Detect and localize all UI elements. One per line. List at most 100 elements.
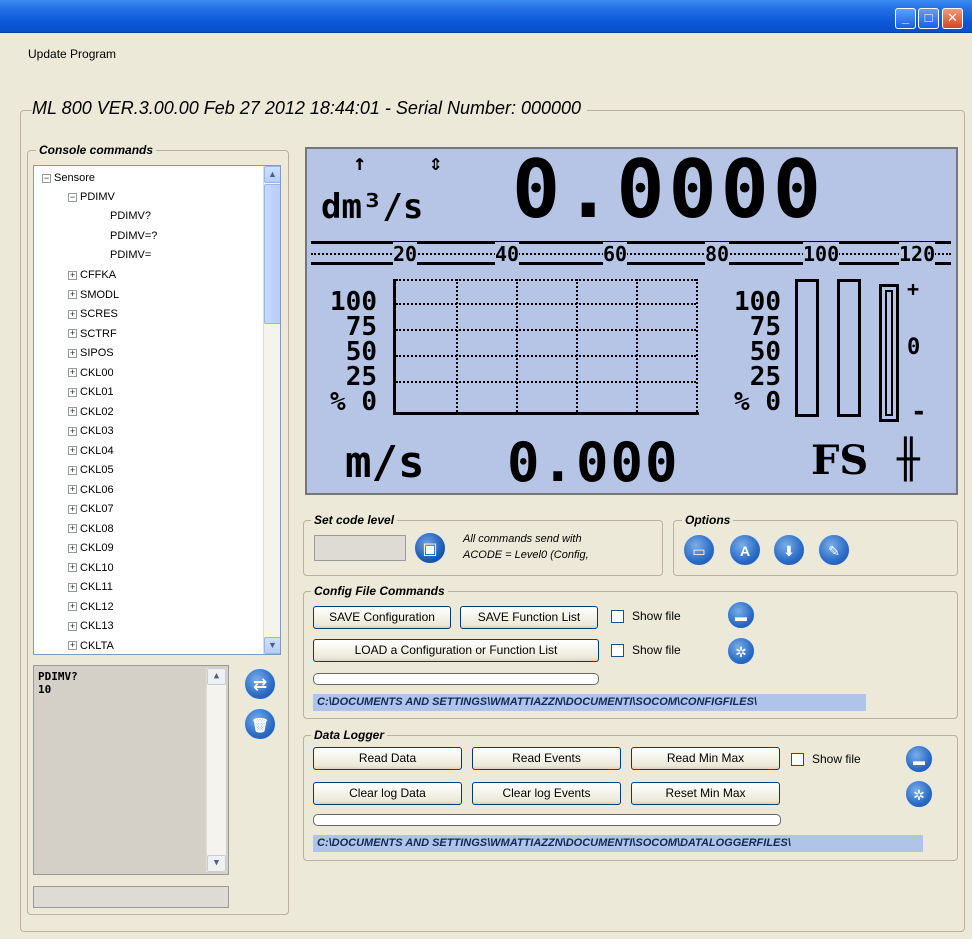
expand-icon[interactable]: + [68, 329, 77, 339]
scroll-thumb[interactable] [264, 184, 280, 324]
tree-node[interactable]: + SMODL [68, 288, 119, 304]
expand-icon[interactable]: + [68, 641, 77, 651]
lcd-unit-bottom: m/s [345, 437, 425, 488]
tree-node-root[interactable]: − Sensore [42, 171, 95, 187]
tree-node[interactable]: + CKL03 [68, 424, 114, 440]
clear-console-button[interactable]: 🗑 [244, 708, 276, 740]
tree-node[interactable]: + CKL04 [68, 444, 114, 460]
expand-icon[interactable]: + [68, 563, 77, 573]
tree-node[interactable]: + SCRES [68, 307, 118, 323]
tree-label: CKLTA [80, 639, 114, 652]
command-input[interactable] [33, 886, 229, 908]
option-font-button[interactable]: A [729, 534, 761, 566]
lock-button[interactable]: ▣ [414, 532, 446, 564]
output-scrollbar[interactable]: ▲ ▼ [206, 668, 226, 872]
open-folder-button[interactable]: ▬ [727, 601, 755, 629]
expand-icon[interactable]: + [68, 543, 77, 553]
option-display-button[interactable]: ▭ [683, 534, 715, 566]
scale-label: 100 [803, 242, 840, 266]
tree-node[interactable]: + CKL10 [68, 561, 114, 577]
maximize-button[interactable]: □ [918, 8, 939, 29]
tree-node-pdimv[interactable]: − PDIMV [68, 190, 115, 206]
tree-node[interactable]: + SCTRF [68, 327, 117, 343]
tree-label: CKL05 [80, 464, 114, 476]
tree-node[interactable]: + CKL12 [68, 600, 114, 616]
reset-min-max-button[interactable]: Reset Min Max [631, 782, 780, 805]
tree-label: CKL07 [80, 503, 114, 515]
option-download-button[interactable]: ⬇ [773, 534, 805, 566]
collapse-icon[interactable]: − [42, 173, 51, 183]
tree-node[interactable]: + SIPOS [68, 346, 114, 362]
tree-label: Sensore [54, 172, 95, 184]
tree-node[interactable]: + CKL00 [68, 366, 114, 382]
minimize-button[interactable]: _ [895, 8, 916, 29]
scroll-up-icon[interactable]: ▲ [264, 166, 280, 183]
clear-log-events-button[interactable]: Clear log Events [472, 782, 621, 805]
collapse-icon[interactable]: − [68, 192, 77, 202]
expand-icon[interactable]: + [68, 582, 77, 592]
expand-icon[interactable]: + [68, 524, 77, 534]
tree-label: CKL08 [80, 522, 114, 535]
tree-node[interactable]: + CKL08 [68, 522, 114, 538]
save-configuration-button[interactable]: SAVE Configuration [313, 606, 451, 629]
tree-node[interactable]: + CKL02 [68, 405, 114, 421]
title-bar: _ □ ✕ [0, 0, 972, 33]
expand-icon[interactable]: + [68, 446, 77, 456]
tree-node[interactable]: + CKL01 [68, 385, 114, 401]
expand-icon[interactable]: + [68, 270, 77, 280]
close-button[interactable]: ✕ [942, 8, 963, 29]
save-function-list-button[interactable]: SAVE Function List [460, 606, 598, 629]
expand-icon[interactable]: + [68, 309, 77, 319]
logger-folder-button[interactable]: ▬ [905, 745, 933, 773]
tree-label: CKL01 [80, 386, 114, 398]
folder-icon: ▬ [913, 754, 925, 768]
tree-node[interactable]: + CKL09 [68, 541, 114, 557]
read-min-max-button[interactable]: Read Min Max [631, 747, 780, 770]
tree-leaf[interactable]: PDIMV= [110, 248, 151, 264]
wrench-icon: ✎ [828, 543, 840, 559]
expand-icon[interactable]: + [68, 407, 77, 417]
expand-icon[interactable]: + [68, 290, 77, 300]
option-settings-button[interactable]: ✎ [818, 534, 850, 566]
tree-leaf[interactable]: PDIMV? [110, 209, 151, 225]
logger-settings-button[interactable]: ✲ [905, 780, 933, 808]
expand-icon[interactable]: + [68, 368, 77, 378]
tree-node[interactable]: + CKL07 [68, 502, 114, 518]
download-icon: ⬇ [783, 543, 795, 559]
expand-icon[interactable]: + [68, 465, 77, 475]
code-level-input[interactable] [314, 535, 406, 561]
command-tree[interactable]: − Sensore − PDIMV PDIMV? PDIMV=? PDIMV= + C… [33, 165, 281, 655]
expand-icon[interactable]: + [68, 426, 77, 436]
config-settings-button[interactable]: ✲ [727, 637, 755, 665]
expand-icon[interactable]: + [68, 621, 77, 631]
tree-node[interactable]: + CFFKA [68, 268, 116, 284]
show-file-checkbox[interactable] [611, 644, 624, 657]
page-title: ML 800 VER.3.00.00 Feb 27 2012 18:44:01 … [32, 98, 588, 119]
tree-node[interactable]: + CKL06 [68, 483, 114, 499]
tree-node[interactable]: + CKL13 [68, 619, 114, 635]
tree-node[interactable]: + CKL05 [68, 463, 114, 479]
right-axis-label: % 0 [734, 387, 781, 417]
scale-label: 40 [495, 242, 520, 266]
load-config-button[interactable]: LOAD a Configuration or Function List [313, 639, 599, 662]
expand-icon[interactable]: + [68, 348, 77, 358]
tree-node[interactable]: + CKLTA [68, 639, 114, 655]
tree-scrollbar[interactable]: ▲ ▼ [263, 166, 280, 654]
clear-log-data-button[interactable]: Clear log Data [313, 782, 462, 805]
expand-icon[interactable]: + [68, 504, 77, 514]
read-data-button[interactable]: Read Data [313, 747, 462, 770]
tree-node[interactable]: + CKL11 [68, 580, 113, 596]
menu-update-program[interactable]: Update Program [28, 47, 116, 61]
show-file-checkbox[interactable] [791, 753, 804, 766]
tree-leaf[interactable]: PDIMV=? [110, 229, 157, 245]
show-file-checkbox[interactable] [611, 610, 624, 623]
expand-icon[interactable]: + [68, 387, 77, 397]
read-events-button[interactable]: Read Events [472, 747, 621, 770]
scroll-up-icon[interactable]: ▲ [207, 668, 226, 685]
refresh-button[interactable]: ⇄ [244, 668, 276, 700]
scroll-down-icon[interactable]: ▼ [264, 637, 280, 654]
scroll-down-icon[interactable]: ▼ [207, 855, 226, 872]
expand-icon[interactable]: + [68, 485, 77, 495]
console-output[interactable]: PDIMV? 10 ▲ ▼ [33, 665, 229, 875]
expand-icon[interactable]: + [68, 602, 77, 612]
